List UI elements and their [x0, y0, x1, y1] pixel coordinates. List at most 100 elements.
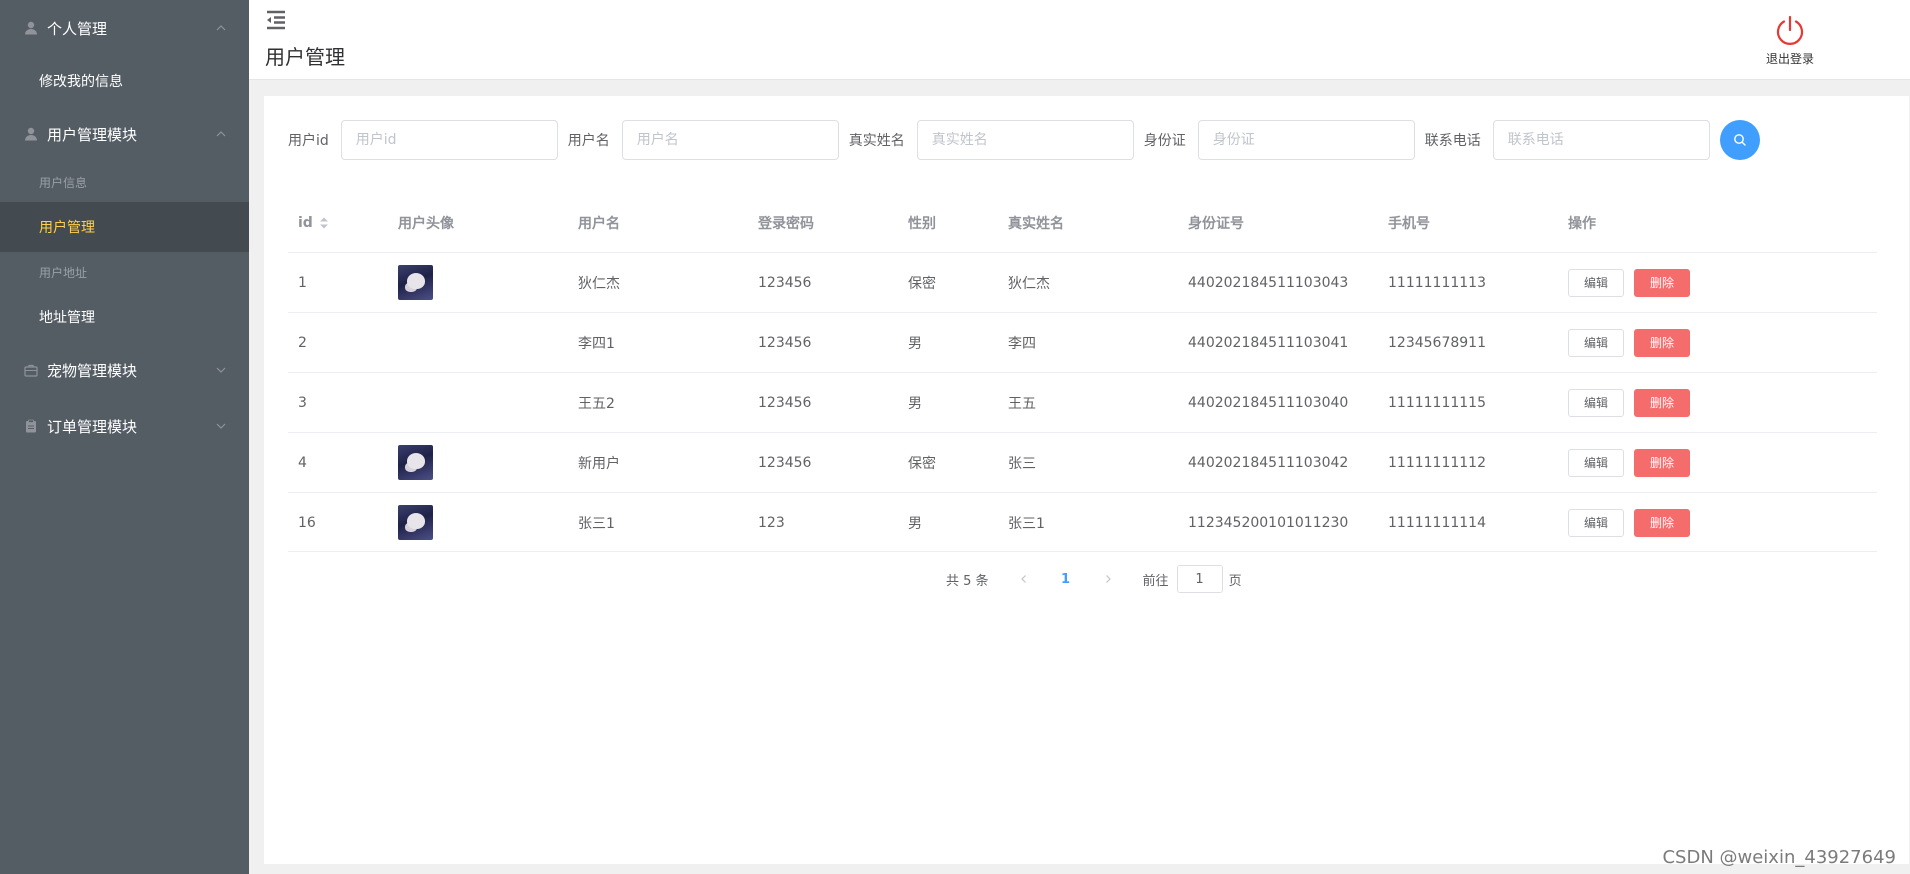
cell-phone: 11111111112 — [1388, 454, 1486, 471]
menu-item-label: 修改我的信息 — [39, 74, 123, 90]
cell-password: 123456 — [758, 334, 812, 351]
page-title: 用户管理 — [265, 45, 345, 69]
goto-page-input[interactable] — [1176, 565, 1223, 593]
cell-actions: 编辑 删除 — [1558, 328, 1727, 357]
sort-icon[interactable] — [319, 216, 329, 230]
chevron-down-icon — [216, 423, 226, 429]
cell-sex: 男 — [908, 335, 922, 352]
search-label-phone: 联系电话 — [1424, 133, 1481, 149]
column-header-realname: 真实姓名 — [1008, 216, 1064, 232]
menu-section-user-info: 用户信息 — [39, 175, 88, 190]
menu-group-label: 个人管理 — [47, 19, 108, 38]
cell-avatar — [388, 265, 568, 300]
user-icon — [23, 126, 39, 142]
avatar — [398, 445, 433, 480]
search-label-user-id: 用户id — [288, 133, 329, 149]
cell-id: 1 — [298, 274, 307, 291]
username-input[interactable] — [621, 120, 839, 160]
user-table: id 用户头像 用户名 登录密码 性别 真实姓名 身份证号 手机号 操作 1 狄… — [288, 194, 1877, 552]
chevron-up-icon — [216, 131, 226, 137]
user-id-input[interactable] — [340, 120, 558, 160]
menu-item-label: 地址管理 — [39, 310, 95, 326]
delete-button[interactable]: 删除 — [1634, 508, 1690, 537]
menu-group-user-module[interactable]: 用户管理模块 — [0, 106, 249, 162]
cell-password: 123456 — [758, 274, 812, 291]
prev-page-button[interactable] — [1009, 565, 1039, 593]
menu-item-user-management[interactable]: 用户管理 — [0, 202, 249, 252]
cell-idcard: 112345200101011230 — [1188, 514, 1349, 531]
cell-phone: 11111111114 — [1388, 514, 1486, 531]
column-header-phone: 手机号 — [1388, 216, 1430, 232]
cell-password: 123 — [758, 514, 785, 531]
cell-actions: 编辑 删除 — [1558, 268, 1727, 297]
cell-idcard: 440202184511103043 — [1188, 274, 1349, 291]
table-row: 16 张三1 123 男 张三1 112345200101011230 1111… — [288, 492, 1877, 552]
search-label-idcard: 身份证 — [1143, 133, 1186, 149]
cell-username: 王五2 — [578, 395, 615, 412]
realname-input[interactable] — [916, 120, 1134, 160]
search-button[interactable] — [1719, 120, 1760, 160]
table-bottom-border — [288, 551, 1877, 552]
delete-button[interactable]: 删除 — [1634, 328, 1690, 357]
cell-realname: 王五 — [1008, 395, 1036, 412]
logout-button[interactable]: 退出登录 — [1760, 14, 1820, 67]
cell-username: 张三1 — [578, 515, 615, 532]
menu-item-address-management[interactable]: 地址管理 — [0, 292, 249, 342]
power-icon — [1776, 15, 1804, 45]
cell-phone: 11111111115 — [1388, 394, 1486, 411]
cell-id: 4 — [298, 454, 307, 471]
cell-actions: 编辑 删除 — [1558, 448, 1727, 477]
edit-button[interactable]: 编辑 — [1568, 268, 1624, 297]
cell-realname: 狄仁杰 — [1008, 275, 1050, 292]
chevron-left-icon — [1020, 575, 1026, 583]
cell-username: 李四1 — [578, 335, 615, 352]
menu-group-personal[interactable]: 个人管理 — [0, 0, 249, 56]
menu-section-user-address: 用户地址 — [39, 265, 88, 280]
edit-button[interactable]: 编辑 — [1568, 388, 1624, 417]
cell-username: 新用户 — [578, 455, 620, 472]
clipboard-icon — [23, 418, 39, 434]
menu-group-label: 用户管理模块 — [47, 125, 138, 144]
search-icon — [1733, 134, 1746, 146]
cell-sex: 男 — [908, 395, 922, 412]
cell-sex: 男 — [908, 515, 922, 532]
cell-idcard: 440202184511103040 — [1188, 394, 1349, 411]
cell-realname: 李四 — [1008, 335, 1036, 352]
cell-avatar — [388, 505, 568, 540]
delete-button[interactable]: 删除 — [1634, 268, 1690, 297]
cell-avatar — [388, 445, 568, 480]
column-header-sex: 性别 — [908, 216, 936, 232]
page-number-1[interactable]: 1 — [1051, 565, 1081, 593]
edit-button[interactable]: 编辑 — [1568, 328, 1624, 357]
briefcase-icon — [23, 362, 39, 378]
edit-button[interactable]: 编辑 — [1568, 448, 1624, 477]
idcard-input[interactable] — [1197, 120, 1415, 160]
menu-group-order-module[interactable]: 订单管理模块 — [0, 398, 249, 454]
column-header-id[interactable]: id — [288, 215, 388, 231]
delete-button[interactable]: 删除 — [1634, 388, 1690, 417]
menu-group-pet-module[interactable]: 宠物管理模块 — [0, 342, 249, 398]
menu-item-label: 用户管理 — [39, 220, 95, 236]
page-suffix: 页 — [1228, 573, 1242, 589]
phone-input[interactable] — [1492, 120, 1710, 160]
cell-sex: 保密 — [908, 275, 936, 292]
menu-fold-icon[interactable] — [265, 10, 287, 30]
cell-id: 16 — [298, 514, 316, 531]
menu-group-label: 宠物管理模块 — [47, 361, 138, 380]
delete-button[interactable]: 删除 — [1634, 448, 1690, 477]
menu-item-edit-my-info[interactable]: 修改我的信息 — [0, 56, 249, 106]
table-row: 1 狄仁杰 123456 保密 狄仁杰 440202184511103043 1… — [288, 252, 1877, 312]
sidebar: 个人管理 修改我的信息 用户管理模块 用户信息 用户管理 用户地址 地址管理 宠… — [0, 0, 249, 874]
chevron-up-icon — [216, 25, 226, 31]
pagination-total: 共 5 条 — [946, 573, 989, 589]
cell-sex: 保密 — [908, 455, 936, 472]
search-label-realname: 真实姓名 — [848, 133, 905, 149]
cell-idcard: 440202184511103041 — [1188, 334, 1349, 351]
chevron-down-icon — [216, 367, 226, 373]
column-header-username: 用户名 — [578, 216, 620, 232]
column-header-idcard: 身份证号 — [1188, 216, 1244, 232]
next-page-button[interactable] — [1093, 565, 1123, 593]
cell-id: 2 — [298, 334, 307, 351]
edit-button[interactable]: 编辑 — [1568, 508, 1624, 537]
goto-label: 前往 — [1142, 573, 1169, 589]
